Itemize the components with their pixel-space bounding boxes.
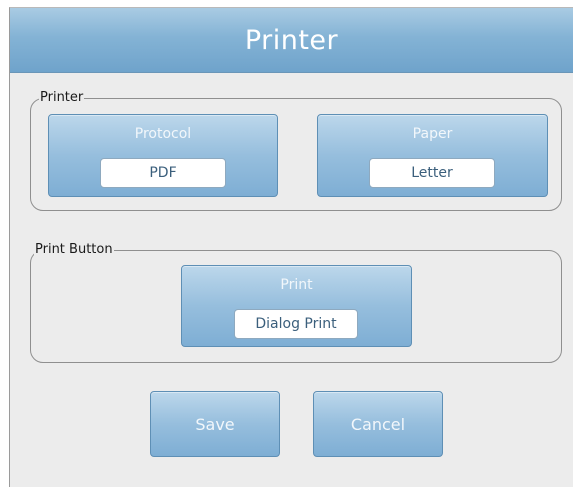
save-button[interactable]: Save (150, 391, 280, 457)
save-button-label: Save (195, 414, 235, 434)
protocol-tile[interactable]: Protocol PDF (48, 114, 278, 197)
print-button-group-legend: Print Button (34, 242, 114, 258)
print-button-group: Print Button Print Dialog Print (30, 242, 562, 363)
paper-value-field[interactable]: Letter (369, 158, 495, 188)
protocol-value-field[interactable]: PDF (100, 158, 226, 188)
paper-tile[interactable]: Paper Letter (317, 114, 548, 197)
printer-group: Printer Protocol PDF Paper Letter (30, 90, 562, 211)
dialog-titlebar: Printer (10, 8, 573, 73)
paper-label: Paper (412, 126, 453, 142)
printer-group-legend: Printer (39, 90, 85, 106)
protocol-label: Protocol (134, 126, 192, 142)
dialog-title: Printer (244, 24, 339, 56)
print-tile[interactable]: Print Dialog Print (181, 265, 412, 347)
cancel-button[interactable]: Cancel (313, 391, 443, 457)
cancel-button-label: Cancel (350, 414, 406, 434)
print-label: Print (280, 277, 313, 293)
print-value-field[interactable]: Dialog Print (234, 309, 358, 339)
printer-dialog: Printer Printer Protocol PDF Paper Lette… (9, 7, 573, 487)
